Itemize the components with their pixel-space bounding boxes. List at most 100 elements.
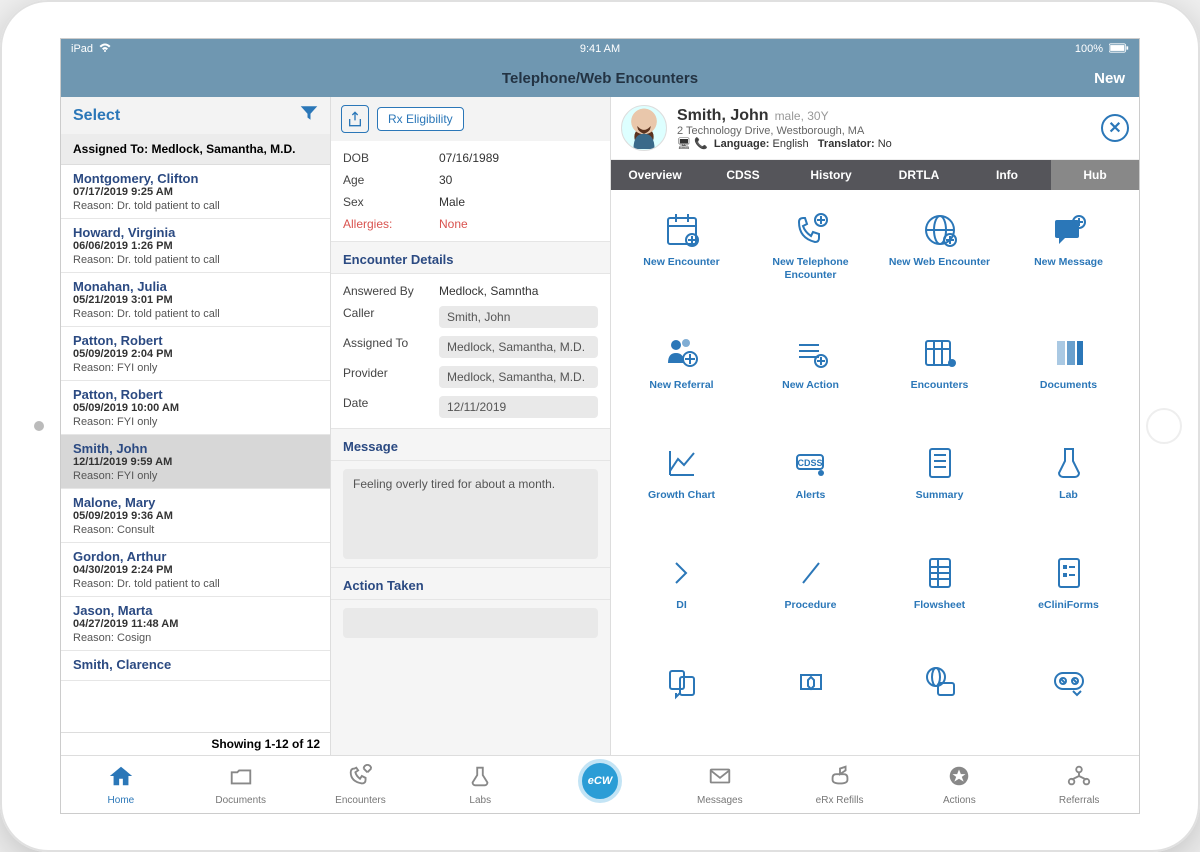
bottom-tab-label: Messages [697, 795, 743, 806]
sex-value: Male [439, 195, 465, 209]
bottom-tab-labs[interactable]: Labs [420, 756, 540, 813]
page-title: Telephone/Web Encounters [502, 70, 698, 87]
hub-tile-procedure[interactable]: Procedure [746, 543, 875, 647]
hub-tile-di[interactable]: DI [617, 543, 746, 647]
bottom-tab-erx-refills[interactable]: eRx Refills [780, 756, 900, 813]
bottom-tab-icon [1066, 764, 1092, 793]
bottom-tab-label: Labs [469, 795, 491, 806]
hub-tile-tile-17[interactable] [746, 653, 875, 745]
assigned-to-input[interactable]: Medlock, Samantha, M.D. [439, 336, 598, 358]
list-item-datetime: 05/09/2019 9:36 AM [73, 510, 318, 522]
list-item-datetime: 04/30/2019 2:24 PM [73, 564, 318, 576]
hub-tile-alerts[interactable]: CDSS Alerts [746, 433, 875, 537]
hub-tab-info[interactable]: Info [963, 160, 1051, 190]
bottom-tab-ecw[interactable]: eCW [540, 756, 660, 813]
hub-tile-new-telephone-encounter[interactable]: New Telephone Encounter [746, 200, 875, 317]
hub-tile-new-encounter[interactable]: New Encounter [617, 200, 746, 317]
hub-tile-new-action[interactable]: New Action [746, 323, 875, 427]
hub-tile-new-referral[interactable]: New Referral [617, 323, 746, 427]
list-item-name: Smith, Clarence [73, 657, 318, 672]
share-button[interactable] [341, 105, 369, 133]
bottom-tab-encounters[interactable]: Encounters [301, 756, 421, 813]
provider-input[interactable]: Medlock, Samantha, M.D. [439, 366, 598, 388]
rx-eligibility-button[interactable]: Rx Eligibility [377, 107, 464, 131]
list-item-name: Howard, Virginia [73, 225, 318, 240]
hub-tile-flowsheet[interactable]: Flowsheet [875, 543, 1004, 647]
bottom-tab-documents[interactable]: Documents [181, 756, 301, 813]
hub-tile-tile-19[interactable] [1004, 653, 1133, 745]
hub-tile-label: Growth Chart [648, 489, 715, 502]
hub-tile-tile-18[interactable] [875, 653, 1004, 745]
hub-tab-hub[interactable]: Hub [1051, 160, 1139, 190]
app-header: Telephone/Web Encounters New [61, 59, 1139, 97]
status-bar: iPad 9:41 AM 100% [61, 39, 1139, 59]
message-textarea[interactable]: Feeling overly tired for about a month. [343, 469, 598, 559]
bottom-tab-messages[interactable]: Messages [660, 756, 780, 813]
hub-tab-cdss[interactable]: CDSS [699, 160, 787, 190]
list-item[interactable]: Howard, Virginia 06/06/2019 1:26 PM Reas… [61, 219, 330, 273]
list-item-reason: Reason: Dr. told patient to call [73, 578, 318, 590]
phone-icon: 📞 [694, 138, 708, 150]
hub-tile-summary[interactable]: Summary [875, 433, 1004, 537]
patient-address: 2 Technology Drive, Westborough, MA [677, 125, 892, 137]
hub-tile-documents[interactable]: Documents [1004, 323, 1133, 427]
list-item-name: Jason, Marta [73, 603, 318, 618]
hub-grid: New Encounter New Telephone Encounter Ne… [611, 190, 1139, 755]
hub-tile-ecliniforms[interactable]: eCliniForms [1004, 543, 1133, 647]
hub-tile-icon [1047, 331, 1091, 375]
bottom-tab-home[interactable]: Home [61, 756, 181, 813]
hub-tile-icon [1047, 661, 1091, 705]
list-item-name: Malone, Mary [73, 495, 318, 510]
hub-tile-icon [789, 208, 833, 252]
patient-list[interactable]: Montgomery, Clifton 07/17/2019 9:25 AM R… [61, 165, 330, 732]
hub-tile-icon [660, 551, 704, 595]
list-item[interactable]: Patton, Robert 05/09/2019 10:00 AM Reaso… [61, 381, 330, 435]
bottom-tab-label: Home [108, 795, 135, 806]
patient-header: Smith, Johnmale, 30Y 2 Technology Drive,… [611, 97, 1139, 160]
wifi-icon [99, 43, 111, 56]
list-item[interactable]: Gordon, Arthur 04/30/2019 2:24 PM Reason… [61, 543, 330, 597]
new-button[interactable]: New [1094, 70, 1125, 87]
filter-icon[interactable] [300, 105, 318, 126]
hub-tab-overview[interactable]: Overview [611, 160, 699, 190]
list-item-reason: Reason: FYI only [73, 362, 318, 374]
hub-tile-icon [918, 441, 962, 485]
ecw-logo-icon: eCW [578, 759, 622, 803]
hub-tab-history[interactable]: History [787, 160, 875, 190]
hub-tile-icon [1047, 208, 1091, 252]
close-hub-button[interactable]: ✕ [1101, 114, 1129, 142]
ipad-home-button[interactable] [1146, 408, 1182, 444]
date-input[interactable]: 12/11/2019 [439, 396, 598, 418]
hub-tile-icon [789, 551, 833, 595]
hub-tile-new-web-encounter[interactable]: New Web Encounter [875, 200, 1004, 317]
dob-value: 07/16/1989 [439, 151, 499, 165]
bottom-tab-actions[interactable]: Actions [899, 756, 1019, 813]
bottom-tab-icon [946, 764, 972, 793]
hub-tile-label: Summary [916, 489, 964, 502]
action-taken-textarea[interactable] [343, 608, 598, 638]
caller-input[interactable]: Smith, John [439, 306, 598, 328]
sex-label: Sex [343, 195, 423, 209]
list-item[interactable]: Smith, John 12/11/2019 9:59 AM Reason: F… [61, 435, 330, 489]
hub-tile-growth-chart[interactable]: Growth Chart [617, 433, 746, 537]
list-header[interactable]: Select [61, 97, 330, 134]
language-value: English [773, 138, 809, 150]
hub-tile-icon [660, 208, 704, 252]
hub-tile-label: New Encounter [643, 256, 719, 269]
list-item[interactable]: Smith, Clarence [61, 651, 330, 681]
hub-tab-drtla[interactable]: DRTLA [875, 160, 963, 190]
list-item[interactable]: Jason, Marta 04/27/2019 11:48 AM Reason:… [61, 597, 330, 651]
hub-tile-lab[interactable]: Lab [1004, 433, 1133, 537]
hub-tile-label: Documents [1040, 379, 1097, 392]
list-item[interactable]: Montgomery, Clifton 07/17/2019 9:25 AM R… [61, 165, 330, 219]
hub-tile-encounters[interactable]: Encounters [875, 323, 1004, 427]
bottom-tab-referrals[interactable]: Referrals [1019, 756, 1139, 813]
hub-tile-new-message[interactable]: New Message [1004, 200, 1133, 317]
list-item[interactable]: Malone, Mary 05/09/2019 9:36 AM Reason: … [61, 489, 330, 543]
allergies-value: None [439, 217, 468, 231]
hub-tile-tile-16[interactable] [617, 653, 746, 745]
hub-tile-icon [918, 551, 962, 595]
list-item[interactable]: Patton, Robert 05/09/2019 2:04 PM Reason… [61, 327, 330, 381]
list-item-reason: Reason: Dr. told patient to call [73, 254, 318, 266]
list-item[interactable]: Monahan, Julia 05/21/2019 3:01 PM Reason… [61, 273, 330, 327]
